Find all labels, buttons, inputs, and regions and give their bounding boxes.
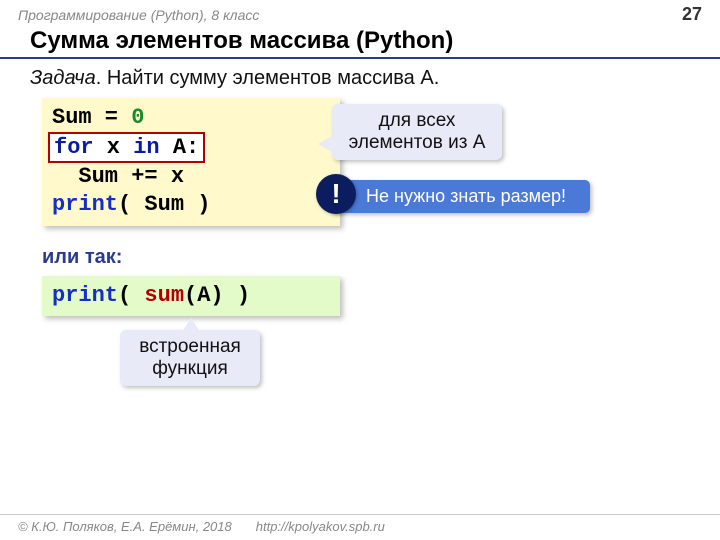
- footer-link[interactable]: http://kpolyakov.spb.ru: [256, 519, 385, 534]
- task-prefix: Задача: [30, 67, 96, 89]
- code-number: 0: [131, 105, 144, 130]
- code-text: ( Sum ): [118, 192, 210, 217]
- task-body: . Найти сумму элементов массива A.: [96, 67, 440, 89]
- callout-text: Не нужно знать размер!: [366, 186, 566, 206]
- callout-line: элементов из A: [346, 132, 488, 154]
- callout-line: функция: [134, 358, 246, 380]
- code-keyword: for: [54, 135, 94, 160]
- callout-line: встроенная: [134, 336, 246, 358]
- code-keyword: in: [133, 135, 159, 160]
- code-var: A:: [160, 135, 200, 160]
- code-fn-highlight: sum: [144, 283, 184, 308]
- header-top: Программирование (Python), 8 класс 27: [0, 0, 720, 25]
- page-title: Сумма элементов массива (Python): [0, 25, 720, 59]
- task-text: Задача. Найти сумму элементов массива A.: [0, 59, 720, 96]
- code-text: Sum += x: [52, 164, 184, 189]
- page-number: 27: [682, 4, 702, 25]
- callout-line: для всех: [346, 110, 488, 132]
- code-fn: print: [52, 283, 118, 308]
- code-block-sum: print( sum(A) ): [42, 276, 340, 316]
- code-var: x: [94, 135, 134, 160]
- callout-builtin: встроенная функция: [120, 330, 260, 386]
- code-block-loop: Sum = 0 for x in A: Sum += x print( Sum …: [42, 98, 340, 226]
- course-label: Программирование (Python), 8 класс: [18, 7, 259, 23]
- code-text: Sum =: [52, 105, 131, 130]
- callout-for-all: для всех элементов из A: [332, 104, 502, 160]
- copyright-text: © К.Ю. Поляков, Е.А. Ерёмин, 2018: [18, 519, 232, 534]
- or-label: или так:: [42, 246, 122, 269]
- code-text: (: [118, 283, 144, 308]
- footer: © К.Ю. Поляков, Е.А. Ерёмин, 2018 http:/…: [0, 514, 720, 540]
- code-fn: print: [52, 192, 118, 217]
- callout-tail-icon: [318, 136, 332, 152]
- code-text: (A) ): [184, 283, 250, 308]
- callout-no-size: ! Не нужно знать размер!: [330, 180, 590, 213]
- exclamation-icon: !: [316, 174, 356, 214]
- highlighted-line: for x in A:: [48, 132, 205, 164]
- callout-tail-icon: [183, 318, 199, 330]
